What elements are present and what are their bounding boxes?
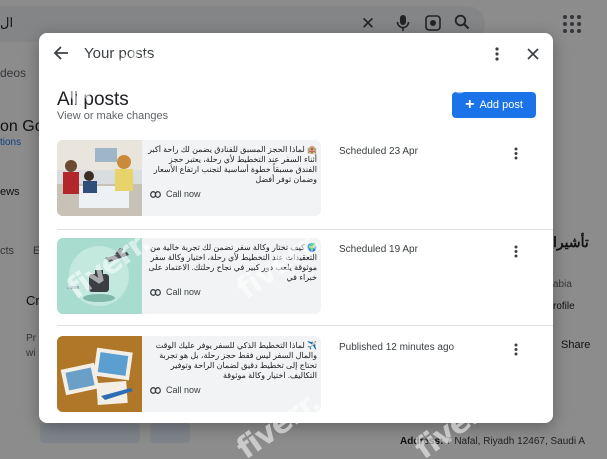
post-item: 🏨 لماذا الحجز المسبق للفنادق يضمن لك راح… xyxy=(57,140,535,216)
post-item: ✈️ لماذا التخطيط الذكي للسفر يوفر عليك ا… xyxy=(57,336,535,412)
plus-icon: + xyxy=(465,96,475,113)
divider xyxy=(57,229,553,230)
link-icon xyxy=(150,386,161,394)
post-status: Scheduled 19 Apr xyxy=(339,244,418,255)
more-vert-icon xyxy=(514,147,518,159)
post-thumbnail-office xyxy=(57,140,142,216)
dialog-title: Your posts xyxy=(84,45,155,62)
dialog-more-button[interactable] xyxy=(485,42,509,66)
post-card[interactable]: 🌍 كيف تختار وكالة سفر تضمن لك تجربة خالي… xyxy=(57,238,321,314)
call-now-link[interactable]: Call now xyxy=(150,189,201,199)
call-now-label: Call now xyxy=(166,189,201,199)
post-card[interactable]: ✈️ لماذا التخطيط الذكي للسفر يوفر عليك ا… xyxy=(57,336,321,412)
call-now-label: Call now xyxy=(166,385,201,395)
add-post-button[interactable]: + Add post xyxy=(452,92,536,118)
link-icon xyxy=(150,288,161,296)
divider xyxy=(57,325,553,326)
more-vert-icon xyxy=(514,245,518,257)
add-post-label: Add post xyxy=(479,99,523,111)
post-thumbnail-luggage xyxy=(57,238,142,314)
more-vert-icon xyxy=(495,47,499,61)
link-icon xyxy=(150,190,161,198)
dialog-header: Your posts xyxy=(39,33,553,77)
arrow-back-icon xyxy=(53,46,68,60)
post-more-button[interactable] xyxy=(507,340,525,358)
more-vert-icon xyxy=(514,343,518,355)
your-posts-dialog: Your posts All posts View or make change… xyxy=(39,33,553,423)
call-now-label: Call now xyxy=(166,287,201,297)
post-more-button[interactable] xyxy=(507,242,525,260)
post-status: Scheduled 23 Apr xyxy=(339,146,418,157)
post-status: Published 12 minutes ago xyxy=(339,342,455,353)
section-title: All posts xyxy=(57,89,129,110)
back-button[interactable] xyxy=(49,41,73,65)
post-item: 🌍 كيف تختار وكالة سفر تضمن لك تجربة خالي… xyxy=(57,238,535,314)
close-icon xyxy=(527,48,539,60)
post-text: ✈️ لماذا التخطيط الذكي للسفر يوفر عليك ا… xyxy=(155,341,317,380)
section-subtitle: View or make changes xyxy=(57,110,169,122)
post-thumbnail-photos xyxy=(57,336,142,412)
post-text: 🏨 لماذا الحجز المسبق للفنادق يضمن لك راح… xyxy=(148,145,317,184)
post-text: 🌍 كيف تختار وكالة سفر تضمن لك تجربة خالي… xyxy=(148,243,317,282)
call-now-link[interactable]: Call now xyxy=(150,287,201,297)
post-more-button[interactable] xyxy=(507,144,525,162)
post-card[interactable]: 🏨 لماذا الحجز المسبق للفنادق يضمن لك راح… xyxy=(57,140,321,216)
close-button[interactable] xyxy=(521,42,545,66)
call-now-link[interactable]: Call now xyxy=(150,385,201,395)
